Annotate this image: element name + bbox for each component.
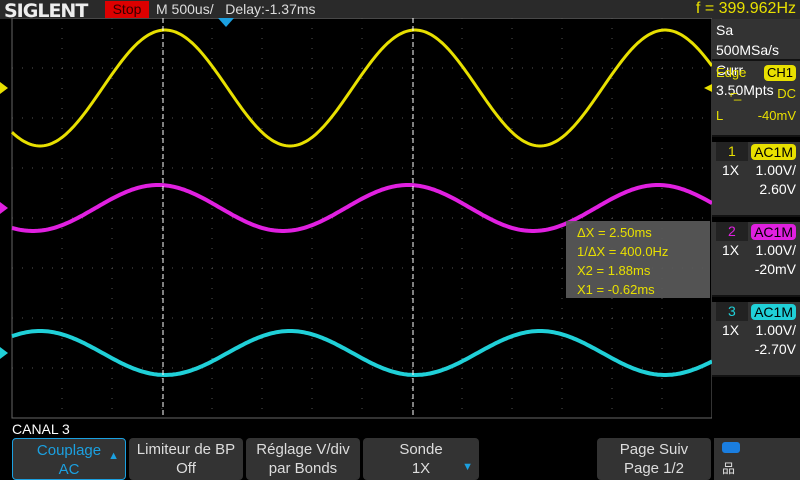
channel-scale: 1.00V/	[755, 242, 796, 258]
channel-probe: 1X	[722, 162, 740, 178]
trigger-level-label: L	[716, 108, 724, 123]
channel-number: 3	[716, 302, 748, 321]
channel-scale: 1.00V/	[755, 162, 796, 178]
vdiv-adjust-button[interactable]: Réglage V/div par Bonds	[246, 438, 360, 480]
bandwidth-limit-button[interactable]: Limiteur de BP Off	[129, 438, 243, 480]
channel-coupling: AC1M	[751, 224, 796, 240]
trigger-level: -40mV	[757, 108, 796, 123]
arrow-down-icon: ▼	[462, 461, 473, 473]
timebase-readout[interactable]: M 500us/ Delay:-1.37ms	[156, 1, 316, 17]
sample-rate: Sa 500MSa/s	[716, 22, 780, 58]
trigger-level-marker	[704, 84, 712, 92]
usb-icon	[722, 442, 740, 453]
channel-probe: 1X	[722, 242, 740, 258]
falling-edge-icon: ⌐̲	[730, 86, 738, 101]
top-bar: SIGLENT Stop M 500us/ Delay:-1.37ms f = …	[0, 0, 800, 22]
frequency-readout: f = 399.962Hz	[695, 0, 796, 17]
channel-2-panel[interactable]: 2 AC1M 1X 1.00V/ -20mV	[712, 222, 800, 297]
channel-coupling: AC1M	[751, 304, 796, 320]
menu-title: CANAL 3	[12, 421, 70, 437]
run-stop-status[interactable]: Stop	[105, 1, 149, 18]
channel-scale: 1.00V/	[755, 322, 796, 338]
trigger-type: Edge	[716, 65, 747, 80]
channel-3-marker[interactable]	[0, 347, 8, 359]
waveform-display[interactable]	[0, 18, 712, 420]
trigger-position-marker	[218, 18, 234, 27]
channel-2-marker[interactable]	[0, 202, 8, 214]
coupling-button[interactable]: Couplage AC ▲	[12, 438, 126, 480]
next-page-button[interactable]: Page Suiv Page 1/2	[597, 438, 711, 480]
cursor-measurements: ΔX = 2.50ms 1/ΔX = 400.0Hz X2 = 1.88ms X…	[566, 221, 710, 298]
channel-1-marker[interactable]	[0, 82, 8, 94]
channel-offset: 2.60V	[759, 181, 796, 197]
channel-coupling: AC1M	[751, 144, 796, 160]
cursor-x1: X1 = -0.62ms	[577, 282, 655, 297]
cursor-delta-x: ΔX = 2.50ms	[577, 225, 652, 240]
arrow-up-icon: ▲	[108, 450, 119, 462]
right-panel: Sa 500MSa/s Curr 3.50Mpts Edge CH1 ⌐̲ DC L…	[712, 19, 800, 382]
channel-offset: -2.70V	[754, 341, 796, 357]
acquisition-info[interactable]: Sa 500MSa/s Curr 3.50Mpts	[712, 19, 800, 98]
status-icons: 品	[714, 438, 800, 480]
cursor-x2: X2 = 1.88ms	[577, 263, 651, 278]
channel-1-panel[interactable]: 1 AC1M 1X 1.00V/ 2.60V	[712, 142, 800, 217]
trigger-source: CH1	[763, 65, 796, 81]
channel-offset: -20mV	[754, 261, 796, 277]
channel-number: 2	[716, 222, 748, 241]
trigger-coupling: DC	[777, 86, 796, 101]
channel-3-panel[interactable]: 3 AC1M 1X 1.00V/ -2.70V	[712, 302, 800, 377]
cursor-inverse-delta-x: 1/ΔX = 400.0Hz	[577, 244, 669, 259]
network-icon: 品	[722, 461, 736, 476]
delay-readout[interactable]: Delay:-1.37ms	[225, 1, 315, 17]
channel-number: 1	[716, 142, 748, 161]
probe-button[interactable]: Sonde 1X ▼	[363, 438, 479, 480]
channel-probe: 1X	[722, 322, 740, 338]
